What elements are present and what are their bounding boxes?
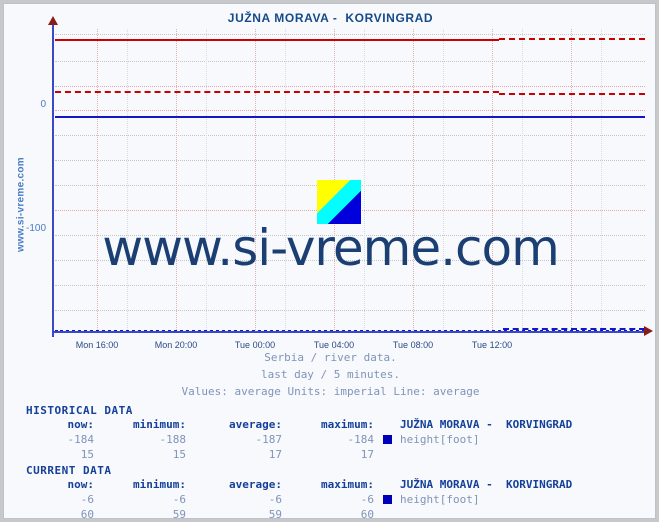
header-now: now: [67,478,95,491]
x-tick-label: Tue 04:00 [313,340,355,350]
gridline-v [176,29,177,332]
historical-data-table: now: minimum: average: maximum: JUŽNA MO… [18,417,573,462]
cell-now: -6 [80,493,94,506]
cell-unit-label [400,447,572,462]
gridline-h [55,61,645,62]
header-station: JUŽNA MORAVA - KORVINGRAD [400,418,573,431]
gridline-v-minor [443,29,444,332]
gridline-h [55,34,645,35]
gridline-v-minor [206,29,207,332]
header-swatch-spacer [374,417,400,432]
cell-average: -6 [268,493,282,506]
series-mid-red-left [55,91,499,93]
cell-now: 15 [80,448,94,461]
gridline-v [255,29,256,332]
table-row: -184 -188 -187 -184 height[foot] [18,432,572,447]
watermark-text: www.si-vreme.com [102,219,560,277]
gridline-h [55,160,645,161]
table-row: -6 -6 -6 -6 height[foot] [18,492,572,507]
caption-settings: Values: average Units: imperial Line: av… [181,385,480,398]
cell-average: 17 [268,448,282,461]
x-axis-arrow-icon [644,326,653,336]
gridline-v [97,29,98,332]
y-axis [52,22,54,337]
cell-unit-label: height[foot] [400,433,480,446]
header-maximum: maximum: [321,478,374,491]
cell-minimum: 15 [172,448,186,461]
gridline-h [55,285,645,286]
header-average: average: [229,418,282,431]
cell-maximum: -184 [347,433,375,446]
cell-now: 60 [80,508,94,519]
swatch-icon [382,495,392,504]
gridline-v-minor [522,29,523,332]
swatch-spacer [374,447,400,462]
cell-minimum: 59 [172,508,186,519]
x-axis [53,331,647,333]
table-row: 60 59 59 60 [18,507,572,519]
series-blue-solid [55,116,645,118]
data-tables: HISTORICAL DATA now: minimum: average: m… [4,404,655,519]
x-tick-label: Tue 08:00 [392,340,434,350]
cell-average: -187 [255,433,283,446]
si-vreme-logo-icon [317,180,361,224]
series-upper-red-right [499,38,645,40]
cell-now: -184 [67,433,95,446]
gridline-v-minor [127,29,128,332]
swatch-spacer [374,507,400,518]
cell-maximum: 17 [360,448,374,461]
caption-period: last day / 5 minutes. [260,368,401,381]
gridline-h [55,310,645,311]
series-mid-red-right [499,93,645,95]
gridline-h-major [55,110,645,111]
gridline-h [55,135,645,136]
table-header-row: now: minimum: average: maximum: JUŽNA MO… [18,417,573,432]
cell-unit-label: height[foot] [400,493,480,506]
gridline-v [571,29,572,332]
header-now: now: [67,418,95,431]
table-row: 15 15 17 17 [18,447,572,462]
gridline-h-major [55,86,645,87]
gridline-v-minor [285,29,286,332]
chart-window: JUŽNA MORAVA - KORVINGRAD www.si-vreme.c… [3,3,656,519]
cell-minimum: -188 [159,433,187,446]
x-tick-label: Tue 00:00 [234,340,276,350]
header-swatch-spacer [374,477,400,492]
current-data-title: CURRENT DATA [26,464,112,477]
gridline-v-minor [364,29,365,332]
page-title: JUŽNA MORAVA - KORVINGRAD [227,11,434,25]
cell-average: 59 [268,508,282,519]
current-data-table: now: minimum: average: maximum: JUŽNA MO… [18,477,573,519]
cell-unit-label [400,507,572,518]
gridline-v [492,29,493,332]
x-tick-label: Mon 20:00 [154,340,198,350]
gridline-v-minor [601,29,602,332]
caption-region: Serbia / river data. [264,351,397,364]
series-upper-red-left [55,39,499,41]
cell-minimum: -6 [172,493,186,506]
header-minimum: minimum: [133,418,186,431]
cell-maximum: 60 [360,508,374,519]
y-tick-label: 0 [40,99,46,110]
x-tick-label: Mon 16:00 [75,340,119,350]
gridline-v [413,29,414,332]
series-color-swatch [374,432,400,447]
header-maximum: maximum: [321,418,374,431]
table-header-row: now: minimum: average: maximum: JUŽNA MO… [18,477,573,492]
x-tick-label: Tue 12:00 [471,340,513,350]
header-average: average: [229,478,282,491]
header-station: JUŽNA MORAVA - KORVINGRAD [400,478,573,491]
historical-data-title: HISTORICAL DATA [26,404,133,417]
header-minimum: minimum: [133,478,186,491]
y-axis-arrow-icon [48,16,58,25]
series-color-swatch [374,492,400,507]
swatch-icon [382,435,392,444]
cell-maximum: -6 [360,493,374,506]
